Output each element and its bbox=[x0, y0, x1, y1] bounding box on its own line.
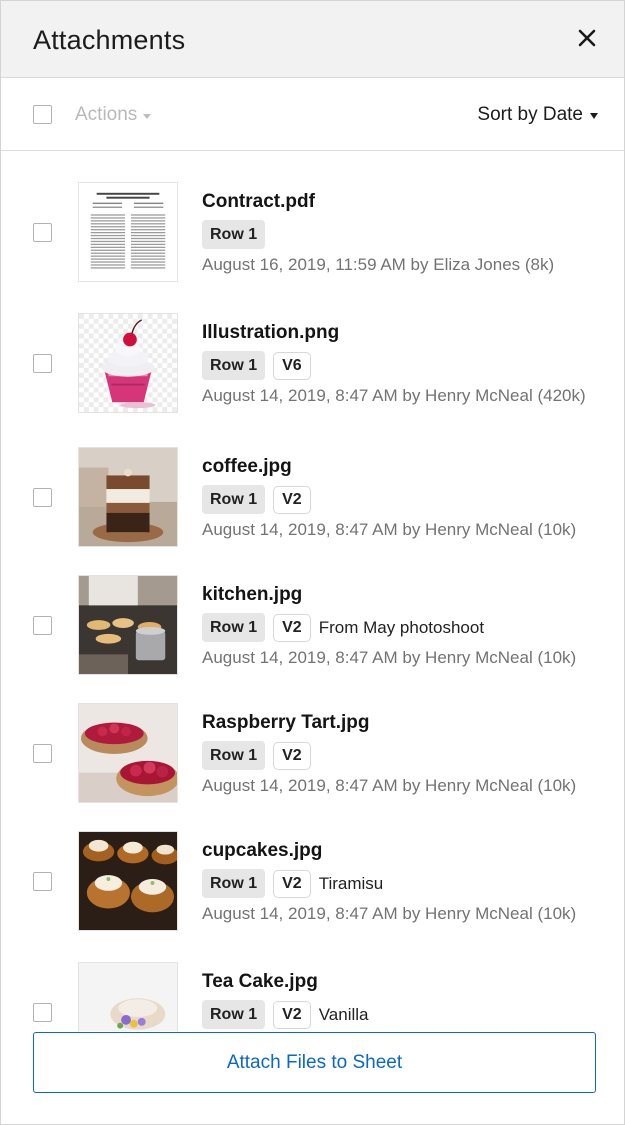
row-tag[interactable]: Row 1 bbox=[202, 1000, 266, 1029]
item-checkbox[interactable] bbox=[33, 872, 52, 891]
list-item[interactable]: Illustration.png Row 1 V6 August 14, 201… bbox=[1, 313, 624, 433]
file-meta: August 14, 2019, 8:47 AM by Henry McNeal… bbox=[202, 904, 577, 923]
file-meta: August 14, 2019, 8:47 AM by Henry McNeal… bbox=[202, 386, 586, 405]
chevron-down-icon bbox=[143, 113, 152, 119]
file-meta: August 14, 2019, 8:47 AM by Henry McNeal… bbox=[202, 648, 577, 667]
item-checkbox[interactable] bbox=[33, 223, 52, 242]
file-name[interactable]: Illustration.png bbox=[202, 322, 339, 344]
tag-group: Row 1 V6 bbox=[202, 351, 311, 380]
tag-group: Row 1 V2 Vanilla bbox=[202, 1000, 368, 1029]
attach-files-button[interactable]: Attach Files to Sheet bbox=[33, 1032, 596, 1093]
item-checkbox[interactable] bbox=[33, 616, 52, 635]
actions-label: Actions bbox=[75, 104, 138, 125]
file-note: Tiramisu bbox=[318, 873, 384, 893]
file-meta: August 16, 2019, 11:59 AM by Eliza Jones… bbox=[202, 255, 555, 274]
cupcakes-photo-thumbnail[interactable] bbox=[78, 831, 178, 931]
row-tag[interactable]: Row 1 bbox=[202, 741, 266, 770]
file-name[interactable]: coffee.jpg bbox=[202, 456, 292, 478]
file-name[interactable]: kitchen.jpg bbox=[202, 584, 302, 606]
file-name[interactable]: Raspberry Tart.jpg bbox=[202, 712, 370, 734]
tag-group: Row 1 V2 From May photoshoot bbox=[202, 613, 484, 642]
panel-footer: Attach Files to Sheet bbox=[1, 1031, 624, 1124]
panel-title: Attachments bbox=[33, 25, 186, 55]
file-name[interactable]: Tea Cake.jpg bbox=[202, 971, 318, 993]
list-item[interactable]: cupcakes.jpg Row 1 V2 Tiramisu August 14… bbox=[1, 831, 624, 951]
attachments-panel: Attachments Actions Sort by Date Contrac… bbox=[0, 0, 625, 1125]
document-thumbnail[interactable] bbox=[78, 182, 178, 282]
tag-group: Row 1 V2 Tiramisu bbox=[202, 869, 383, 898]
panel-header: Attachments bbox=[1, 1, 624, 78]
coffee-photo-thumbnail[interactable] bbox=[78, 447, 178, 547]
tag-group: Row 1 V2 bbox=[202, 741, 311, 770]
list-item[interactable]: kitchen.jpg Row 1 V2 From May photoshoot… bbox=[1, 575, 624, 695]
row-tag[interactable]: Row 1 bbox=[202, 485, 266, 514]
version-tag[interactable]: V2 bbox=[273, 485, 311, 514]
row-tag[interactable]: Row 1 bbox=[202, 869, 266, 898]
item-checkbox[interactable] bbox=[33, 488, 52, 507]
close-icon[interactable] bbox=[576, 27, 598, 49]
file-name[interactable]: Contract.pdf bbox=[202, 191, 315, 213]
select-all-checkbox[interactable] bbox=[33, 105, 52, 124]
file-meta: August 14, 2019, 8:47 AM by Henry McNeal… bbox=[202, 776, 577, 795]
list-item[interactable]: Raspberry Tart.jpg Row 1 V2 August 14, 2… bbox=[1, 703, 624, 823]
item-checkbox[interactable] bbox=[33, 354, 52, 373]
version-tag[interactable]: V2 bbox=[273, 869, 311, 898]
chevron-down-icon bbox=[590, 113, 598, 119]
row-tag[interactable]: Row 1 bbox=[202, 351, 266, 380]
tart-photo-thumbnail[interactable] bbox=[78, 703, 178, 803]
file-note: Vanilla bbox=[318, 1004, 369, 1024]
kitchen-photo-thumbnail[interactable] bbox=[78, 575, 178, 675]
row-tag[interactable]: Row 1 bbox=[202, 613, 266, 642]
file-meta: August 14, 2019, 8:47 AM by Henry McNeal… bbox=[202, 520, 577, 539]
sort-label: Sort by Date bbox=[477, 104, 583, 125]
actions-dropdown[interactable]: Actions bbox=[75, 104, 152, 126]
cupcake-illustration-thumbnail[interactable] bbox=[78, 313, 178, 413]
version-tag[interactable]: V2 bbox=[273, 613, 311, 642]
sort-dropdown[interactable]: Sort by Date bbox=[477, 104, 598, 126]
item-checkbox[interactable] bbox=[33, 744, 52, 763]
file-note: From May photoshoot bbox=[318, 617, 485, 637]
version-tag[interactable]: V6 bbox=[273, 351, 311, 380]
item-checkbox[interactable] bbox=[33, 1003, 52, 1022]
version-tag[interactable]: V2 bbox=[273, 741, 311, 770]
version-tag[interactable]: V2 bbox=[273, 1000, 311, 1029]
list-item[interactable]: coffee.jpg Row 1 V2 August 14, 2019, 8:4… bbox=[1, 447, 624, 567]
tag-group: Row 1 V2 bbox=[202, 485, 311, 514]
list-toolbar: Actions Sort by Date bbox=[1, 78, 624, 151]
tag-group: Row 1 bbox=[202, 220, 266, 249]
file-name[interactable]: cupcakes.jpg bbox=[202, 840, 322, 862]
row-tag[interactable]: Row 1 bbox=[202, 220, 266, 249]
list-item[interactable]: Contract.pdf Row 1 August 16, 2019, 11:5… bbox=[1, 182, 624, 302]
